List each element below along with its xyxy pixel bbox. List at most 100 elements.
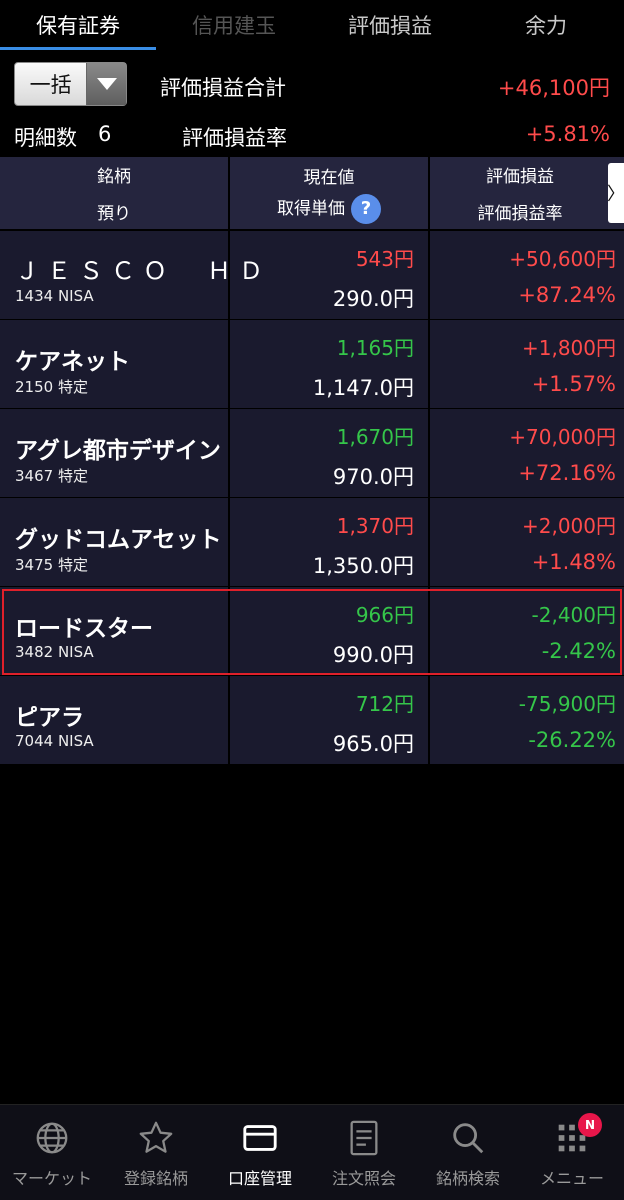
tab-margin-positions[interactable]: 信用建玉 <box>156 0 312 50</box>
pnl-cell: +70,000円 +72.16% <box>430 409 624 497</box>
pnl-rate: -2.42% <box>541 639 616 663</box>
header-pnl-label: 評価損益 <box>486 167 554 187</box>
stock-cell: アグレ都市デザイン 3467 特定 <box>0 409 230 497</box>
pnl-value: +1,800円 <box>521 336 616 360</box>
stock-cell: ＪＥＳＣＯ ＨＤ 1434 NISA <box>0 231 263 319</box>
nav-menu[interactable]: N メニュー <box>520 1105 624 1200</box>
current-price: 966円 <box>355 603 414 627</box>
pnl-rate: +72.16% <box>518 461 616 485</box>
cost-price: 990.0円 <box>332 643 414 667</box>
summary-panel: 一括 評価損益合計 +46,100円 明細数 6 評価損益率 +5.81% <box>0 50 624 157</box>
nav-orders-label: 注文照会 <box>331 1169 396 1188</box>
stock-cell: グッドコムアセット 3475 特定 <box>0 498 230 586</box>
current-price: 1,670円 <box>336 425 414 449</box>
pnl-cell: -2,400円 -2.42% <box>430 587 624 675</box>
account-type-value: 一括 <box>29 73 72 97</box>
nav-menu-label: メニュー <box>539 1169 604 1188</box>
table-row[interactable]: ケアネット 2150 特定 1,165円 1,147.0円 +1,800円 +1… <box>0 320 624 409</box>
price-cell: 1,165円 1,147.0円 <box>230 320 430 408</box>
help-icon[interactable]: ? <box>351 193 381 224</box>
cost-price: 965.0円 <box>332 732 414 756</box>
header-col-stock: 銘柄 預り <box>0 157 230 229</box>
stock-cell: ピアラ 7044 NISA <box>0 676 230 764</box>
bottom-navigation: マーケット 登録銘柄 口座管理 注文照会 銘柄検索 N メニュー <box>0 1104 624 1200</box>
pnl-cell: +1,800円 +1.57% <box>430 320 624 408</box>
current-price: 712円 <box>355 692 414 716</box>
pnl-value: -75,900円 <box>518 692 616 716</box>
pnl-value: +2,000円 <box>521 514 616 538</box>
document-icon <box>350 1120 378 1156</box>
pnl-cell: +2,000円 +1.48% <box>430 498 624 586</box>
star-icon <box>139 1121 173 1153</box>
stock-cell: ロードスター 3482 NISA <box>0 587 230 675</box>
total-pnl-value: +46,100円 <box>497 76 610 100</box>
stock-code: 2150 特定 <box>15 378 88 396</box>
tab-buying-power[interactable]: 余力 <box>468 0 624 50</box>
header-cost-label: 取得単価 <box>277 198 345 219</box>
stock-code: 3467 特定 <box>15 467 88 485</box>
cost-price: 1,350.0円 <box>312 554 414 578</box>
cost-price: 970.0円 <box>332 465 414 489</box>
table-row[interactable]: ＪＥＳＣＯ ＨＤ 1434 NISA 543円 290.0円 +50,600円 … <box>0 231 624 320</box>
nav-market-label: マーケット <box>11 1169 92 1188</box>
notification-badge: N <box>578 1113 602 1137</box>
stock-name: ロードスター <box>15 616 153 642</box>
table-row[interactable]: ロードスター 3482 NISA 966円 990.0円 -2,400円 -2.… <box>0 587 624 676</box>
table-header: 銘柄 預り 現在値 取得単価? 評価損益 評価損益率 〉 <box>0 157 624 229</box>
scroll-right-button[interactable]: 〉 <box>607 163 624 223</box>
price-cell: 966円 990.0円 <box>230 587 430 675</box>
table-row[interactable]: アグレ都市デザイン 3467 特定 1,670円 970.0円 +70,000円… <box>0 409 624 498</box>
nav-market[interactable]: マーケット <box>0 1105 104 1200</box>
pnl-rate: +1.57% <box>531 372 616 396</box>
account-type-select[interactable]: 一括 <box>14 62 127 106</box>
stock-code: 1434 NISA <box>15 287 94 305</box>
dropdown-button[interactable] <box>86 63 126 105</box>
globe-icon <box>36 1122 68 1154</box>
stock-code: 3482 NISA <box>15 643 94 661</box>
stock-name: ピアラ <box>15 705 84 731</box>
count-label: 明細数 <box>14 126 77 150</box>
pnl-cell: +50,600円 +87.24% <box>430 231 624 319</box>
nav-account[interactable]: 口座管理 <box>208 1105 312 1200</box>
pnl-rate-value: +5.81% <box>525 122 610 146</box>
current-price: 1,370円 <box>336 514 414 538</box>
pnl-value: +70,000円 <box>509 425 616 449</box>
current-price: 543円 <box>355 247 414 271</box>
current-price: 1,165円 <box>336 336 414 360</box>
nav-watchlist[interactable]: 登録銘柄 <box>104 1105 208 1200</box>
stock-name: グッドコムアセット <box>15 527 222 553</box>
pnl-rate-label: 評価損益率 <box>182 126 287 150</box>
table-row[interactable]: ピアラ 7044 NISA 712円 965.0円 -75,900円 -26.2… <box>0 676 624 765</box>
cost-price: 290.0円 <box>332 287 414 311</box>
nav-search[interactable]: 銘柄検索 <box>416 1105 520 1200</box>
price-cell: 712円 965.0円 <box>230 676 430 764</box>
price-cell: 543円 290.0円 <box>230 231 430 319</box>
tab-valuation[interactable]: 評価損益 <box>312 0 468 50</box>
total-pnl-label: 評価損益合計 <box>160 76 286 100</box>
stock-code: 3475 特定 <box>15 556 88 574</box>
card-icon <box>243 1125 277 1151</box>
header-col-price: 現在値 取得単価? <box>230 157 430 229</box>
header-price-label: 現在値 <box>303 167 355 188</box>
nav-search-label: 銘柄検索 <box>435 1169 500 1188</box>
tab-holdings[interactable]: 保有証券 <box>0 0 156 50</box>
price-cell: 1,370円 1,350.0円 <box>230 498 430 586</box>
table-row[interactable]: グッドコムアセット 3475 特定 1,370円 1,350.0円 +2,000… <box>0 498 624 587</box>
header-custody-label: 預り <box>97 204 131 224</box>
price-cell: 1,670円 970.0円 <box>230 409 430 497</box>
pnl-value: -2,400円 <box>531 603 616 627</box>
search-icon <box>453 1123 484 1154</box>
stock-name: アグレ都市デザイン <box>15 438 221 464</box>
nav-account-label: 口座管理 <box>227 1169 292 1188</box>
stock-name: ケアネット <box>15 349 130 375</box>
pnl-rate: +1.48% <box>531 550 616 574</box>
pnl-rate: +87.24% <box>518 283 616 307</box>
header-col-pnl: 評価損益 評価損益率 <box>430 157 610 229</box>
pnl-rate: -26.22% <box>528 728 616 752</box>
holdings-list: ＪＥＳＣＯ ＨＤ 1434 NISA 543円 290.0円 +50,600円 … <box>0 231 624 765</box>
chevron-down-icon <box>96 78 117 90</box>
nav-orders[interactable]: 注文照会 <box>312 1105 416 1200</box>
header-pnl-rate-label: 評価損益率 <box>477 204 563 224</box>
count-value: 6 <box>98 122 112 146</box>
pnl-value: +50,600円 <box>509 247 616 271</box>
